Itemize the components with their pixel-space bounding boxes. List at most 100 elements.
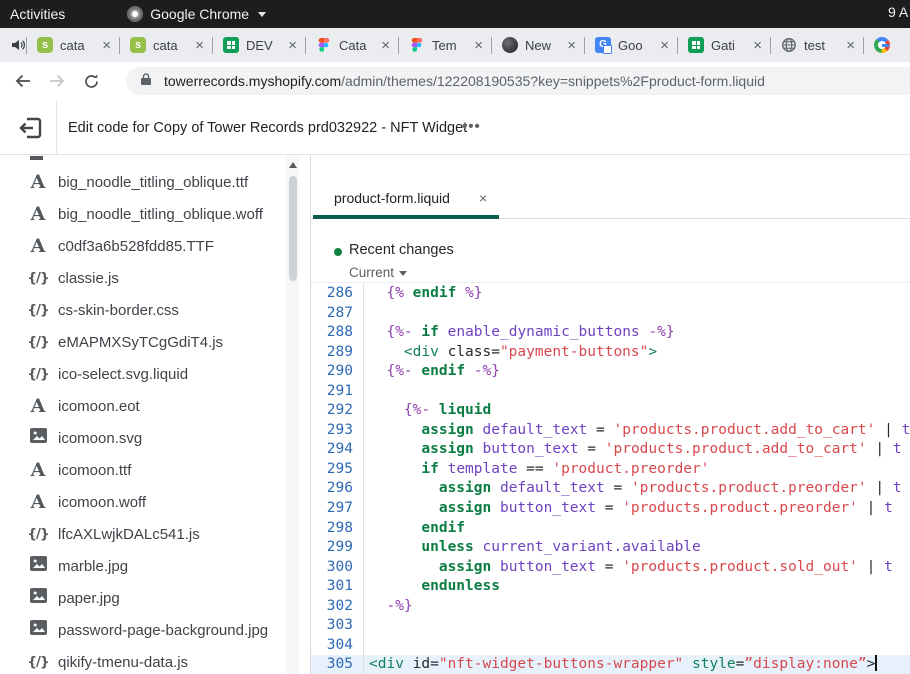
browser-tab-Cata[interactable]: Cata× <box>306 28 398 62</box>
scrollbar-thumb[interactable] <box>289 176 297 281</box>
code-text: if template == 'product.preorder' <box>363 460 710 480</box>
line-number: 286 <box>311 284 363 304</box>
code-editor[interactable]: 286 {% endif %}287288 {%- if enable_dyna… <box>311 284 910 674</box>
code-line[interactable]: 293 assign default_text = 'products.prod… <box>311 421 910 441</box>
activities-button[interactable]: Activities <box>10 6 65 22</box>
browser-tab-cata[interactable]: scata× <box>120 28 212 62</box>
sidebar-scrollbar[interactable] <box>286 156 299 674</box>
code-line[interactable]: 299 unless current_variant.available <box>311 538 910 558</box>
app-menu[interactable]: Google Chrome <box>127 6 266 22</box>
code-line[interactable]: 294 assign button_text = 'products.produ… <box>311 440 910 460</box>
file-item[interactable]: icomoon.svg <box>0 422 284 454</box>
speaker-icon[interactable] <box>10 37 26 53</box>
globe-icon <box>781 37 797 53</box>
browser-tab-test[interactable]: test× <box>771 28 863 62</box>
code-line[interactable]: 291 <box>311 382 910 402</box>
recent-changes-panel: Recent changes Current <box>311 220 910 283</box>
file-item[interactable]: {/}qikify-tmenu-data.js <box>0 646 284 674</box>
browser-tab-New[interactable]: New× <box>492 28 584 62</box>
version-dropdown[interactable]: Current <box>349 265 394 280</box>
file-item[interactable]: Ac0df3a6b528fdd85.TTF <box>0 230 284 262</box>
code-line-active[interactable]: 305<div id="nft-widget-buttons-wrapper" … <box>311 655 910 674</box>
tab-close-icon[interactable]: × <box>381 38 390 53</box>
browser-tab-Goo[interactable]: GGoo× <box>585 28 677 62</box>
code-line[interactable]: 288 {%- if enable_dynamic_buttons -%} <box>311 323 910 343</box>
editor-tab-close-icon[interactable]: × <box>479 190 487 206</box>
file-item[interactable]: Aicomoon.ttf <box>0 454 284 486</box>
code-line[interactable]: 303 <box>311 616 910 636</box>
line-number: 304 <box>311 636 363 656</box>
tab-close-icon[interactable]: × <box>846 38 855 53</box>
code-line[interactable]: 298 endif <box>311 519 910 539</box>
tab-close-icon[interactable]: × <box>102 38 111 53</box>
header-divider <box>56 100 57 155</box>
code-line[interactable]: 292 {%- liquid <box>311 401 910 421</box>
forward-button[interactable] <box>40 72 74 90</box>
code-line[interactable]: 297 assign button_text = 'products.produ… <box>311 499 910 519</box>
line-number: 298 <box>311 519 363 539</box>
tab-close-icon[interactable]: × <box>567 38 576 53</box>
code-line[interactable]: 295 if template == 'product.preorder' <box>311 460 910 480</box>
file-item[interactable]: Aicomoon.eot <box>0 390 284 422</box>
scroll-up-arrow-icon[interactable] <box>289 162 297 168</box>
file-item[interactable]: {/}ico-select.svg.liquid <box>0 358 284 390</box>
tab-close-icon[interactable]: × <box>753 38 762 53</box>
browser-tab-google[interactable] <box>864 28 910 62</box>
desktop-top-bar: Activities Google Chrome 9 A <box>0 0 910 28</box>
url-bar[interactable]: towerrecords.myshopify.com/admin/themes/… <box>126 67 910 95</box>
code-line[interactable]: 286 {% endif %} <box>311 284 910 304</box>
file-name: cs-skin-border.css <box>58 302 179 319</box>
back-button[interactable] <box>6 72 40 90</box>
line-number: 292 <box>311 401 363 421</box>
file-item[interactable]: Abig_noodle_titling_oblique.ttf <box>0 166 284 198</box>
line-number: 290 <box>311 362 363 382</box>
tab-close-icon[interactable]: × <box>195 38 204 53</box>
file-name: lfcAXLwjkDALc541.js <box>58 526 200 543</box>
browser-tab-Tem[interactable]: Tem× <box>399 28 491 62</box>
clock[interactable]: 9 A <box>888 4 910 20</box>
browser-tab-Gati[interactable]: Gati× <box>678 28 770 62</box>
file-item[interactable]: Aicomoon.woff <box>0 486 284 518</box>
file-item[interactable]: {/}cs-skin-border.css <box>0 294 284 326</box>
code-line[interactable]: 302 -%} <box>311 597 910 617</box>
reload-button[interactable] <box>74 73 108 90</box>
file-item[interactable]: Abig_noodle_titling_oblique.woff <box>0 198 284 230</box>
file-name: icomoon.svg <box>58 430 142 447</box>
line-number: 288 <box>311 323 363 343</box>
tab-close-icon[interactable]: × <box>660 38 669 53</box>
file-item[interactable]: marble.jpg <box>0 550 284 582</box>
file-item[interactable]: paper.jpg <box>0 582 284 614</box>
file-item[interactable]: {/}classie.js <box>0 262 284 294</box>
line-number: 294 <box>311 440 363 460</box>
browser-tab-cata[interactable]: scata× <box>27 28 119 62</box>
lock-icon[interactable] <box>140 72 152 91</box>
file-item[interactable]: password-page-background.jpg <box>0 614 284 646</box>
code-line[interactable]: 304 <box>311 636 910 656</box>
more-options-button[interactable]: ••• <box>462 118 481 135</box>
line-number: 300 <box>311 558 363 578</box>
code-line[interactable]: 290 {%- endif -%} <box>311 362 910 382</box>
tab-close-icon[interactable]: × <box>288 38 297 53</box>
code-line[interactable]: 301 endunless <box>311 577 910 597</box>
browser-tab-DEV[interactable]: DEV× <box>213 28 305 62</box>
code-line[interactable]: 300 assign button_text = 'products.produ… <box>311 558 910 578</box>
code-text: {%- if enable_dynamic_buttons -%} <box>363 323 675 343</box>
file-name: classie.js <box>58 270 119 287</box>
file-item[interactable]: {/}lfcAXLwjkDALc541.js <box>0 518 284 550</box>
file-item[interactable]: {/}eMAPMXSyTCgGdiT4.js <box>0 326 284 358</box>
code-line[interactable]: 296 assign default_text = 'products.prod… <box>311 479 910 499</box>
tab-product-form-liquid[interactable]: product-form.liquid × <box>313 168 499 219</box>
code-text: <div id="nft-widget-buttons-wrapper" sty… <box>363 655 877 674</box>
code-text: unless current_variant.available <box>363 538 701 558</box>
code-line[interactable]: 287 <box>311 304 910 324</box>
exit-code-editor-button[interactable] <box>18 115 44 141</box>
code-text: assign button_text = 'products.product.p… <box>363 499 893 519</box>
app-menu-label: Google Chrome <box>150 6 249 22</box>
sheets-icon <box>688 37 704 53</box>
code-line[interactable]: 289 <div class="payment-buttons"> <box>311 343 910 363</box>
unsaved-changes-dot <box>334 248 342 256</box>
chevron-down-icon[interactable] <box>399 271 407 276</box>
shopify-icon: s <box>37 37 53 53</box>
dark-globe-icon <box>502 37 518 53</box>
tab-close-icon[interactable]: × <box>474 38 483 53</box>
